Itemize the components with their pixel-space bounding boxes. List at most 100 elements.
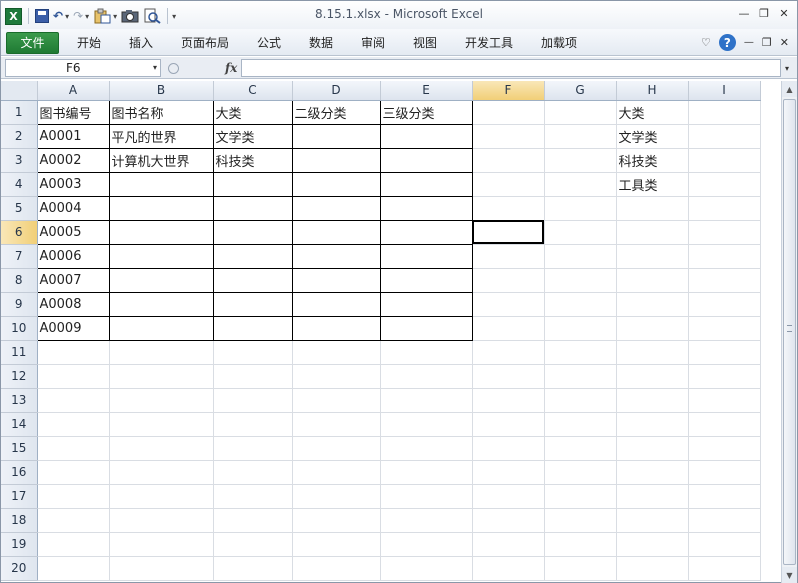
row-header[interactable]: 11 [1, 340, 38, 365]
cell-d11[interactable] [292, 340, 381, 365]
cell-a16[interactable] [37, 460, 110, 485]
cell-b3[interactable]: 计算机大世界 [108, 147, 214, 173]
cell-c8[interactable] [212, 267, 293, 293]
column-header-b[interactable]: B [109, 81, 214, 101]
cell-d16[interactable] [292, 460, 381, 485]
row-header[interactable]: 4 [1, 172, 38, 197]
tab-review[interactable]: 审阅 [361, 33, 385, 53]
cell-i15[interactable] [688, 436, 761, 461]
cell-i5[interactable] [688, 196, 761, 221]
cell-d2[interactable] [291, 123, 381, 149]
cell-b20[interactable] [109, 556, 214, 581]
row-header[interactable]: 20 [1, 556, 38, 581]
cell-f20[interactable] [472, 556, 545, 581]
cell-h16[interactable] [616, 460, 689, 485]
cell-c2[interactable]: 文学类 [212, 123, 293, 149]
cell-b6[interactable] [108, 219, 214, 245]
insert-function-icon[interactable]: fx [225, 61, 237, 75]
cell-e11[interactable] [380, 340, 473, 365]
cell-h8[interactable] [616, 268, 689, 293]
tab-insert[interactable]: 插入 [129, 33, 153, 53]
cell-i3[interactable] [688, 148, 761, 173]
cell-e12[interactable] [380, 364, 473, 389]
column-header-d[interactable]: D [292, 81, 381, 101]
cell-f14[interactable] [472, 412, 545, 437]
cell-h4[interactable]: 工具类 [616, 172, 689, 197]
cell-b19[interactable] [109, 532, 214, 557]
cell-d7[interactable] [291, 243, 381, 269]
cell-f12[interactable] [472, 364, 545, 389]
cell-g11[interactable] [544, 340, 617, 365]
cell-h10[interactable] [616, 316, 689, 341]
cell-d3[interactable] [291, 147, 381, 173]
cell-f5[interactable] [472, 196, 545, 221]
cell-i18[interactable] [688, 508, 761, 533]
column-header-c[interactable]: C [213, 81, 293, 101]
row-header[interactable]: 2 [1, 124, 38, 149]
cell-c6[interactable] [212, 219, 293, 245]
cell-d1[interactable]: 二级分类 [291, 99, 381, 125]
cell-i4[interactable] [688, 172, 761, 197]
cell-f3[interactable] [472, 148, 545, 173]
cell-c20[interactable] [213, 556, 293, 581]
cell-i19[interactable] [688, 532, 761, 557]
row-header[interactable]: 3 [1, 148, 38, 173]
row-header[interactable]: 9 [1, 292, 38, 317]
cell-b16[interactable] [109, 460, 214, 485]
cell-g8[interactable] [544, 268, 617, 293]
cell-c19[interactable] [213, 532, 293, 557]
cell-g19[interactable] [544, 532, 617, 557]
cell-b14[interactable] [109, 412, 214, 437]
cell-a5[interactable]: A0004 [36, 195, 110, 221]
cell-e17[interactable] [380, 484, 473, 509]
column-header-e[interactable]: E [380, 81, 473, 101]
cell-e3[interactable] [379, 147, 473, 173]
cell-c9[interactable] [212, 291, 293, 317]
cell-a12[interactable] [37, 364, 110, 389]
cell-b17[interactable] [109, 484, 214, 509]
cell-i12[interactable] [688, 364, 761, 389]
cell-i1[interactable] [688, 100, 761, 125]
cell-e2[interactable] [379, 123, 473, 149]
cell-g3[interactable] [544, 148, 617, 173]
cell-d20[interactable] [292, 556, 381, 581]
scroll-down-button[interactable]: ▼ [782, 567, 797, 583]
cell-d17[interactable] [292, 484, 381, 509]
cell-b4[interactable] [108, 171, 214, 197]
cell-f13[interactable] [472, 388, 545, 413]
cell-f19[interactable] [472, 532, 545, 557]
tab-add-ins[interactable]: 加载项 [541, 33, 577, 53]
cell-h14[interactable] [616, 412, 689, 437]
row-header[interactable]: 8 [1, 268, 38, 293]
name-box-dropdown-icon[interactable]: ▾ [153, 60, 157, 76]
cell-a4[interactable]: A0003 [36, 171, 110, 197]
cell-a18[interactable] [37, 508, 110, 533]
cell-i6[interactable] [688, 220, 761, 245]
cell-g10[interactable] [544, 316, 617, 341]
cell-a3[interactable]: A0002 [36, 147, 110, 173]
cell-i11[interactable] [688, 340, 761, 365]
cell-c3[interactable]: 科技类 [212, 147, 293, 173]
cell-e16[interactable] [380, 460, 473, 485]
row-header[interactable]: 16 [1, 460, 38, 485]
scrollbar-thumb[interactable] [783, 99, 796, 565]
cell-i16[interactable] [688, 460, 761, 485]
cell-h9[interactable] [616, 292, 689, 317]
tab-home[interactable]: 开始 [77, 33, 101, 53]
row-header[interactable]: 19 [1, 532, 38, 557]
row-header[interactable]: 17 [1, 484, 38, 509]
column-header-f[interactable]: F [472, 81, 545, 101]
cell-e14[interactable] [380, 412, 473, 437]
tab-page-layout[interactable]: 页面布局 [181, 33, 229, 53]
cell-b9[interactable] [108, 291, 214, 317]
cell-e18[interactable] [380, 508, 473, 533]
cell-e7[interactable] [379, 243, 473, 269]
cell-g12[interactable] [544, 364, 617, 389]
cell-g18[interactable] [544, 508, 617, 533]
row-header[interactable]: 12 [1, 364, 38, 389]
cell-c14[interactable] [213, 412, 293, 437]
cell-h1[interactable]: 大类 [616, 100, 689, 125]
cell-a10[interactable]: A0009 [36, 315, 110, 341]
cell-f9[interactable] [472, 292, 545, 317]
cell-e6[interactable] [379, 219, 473, 245]
